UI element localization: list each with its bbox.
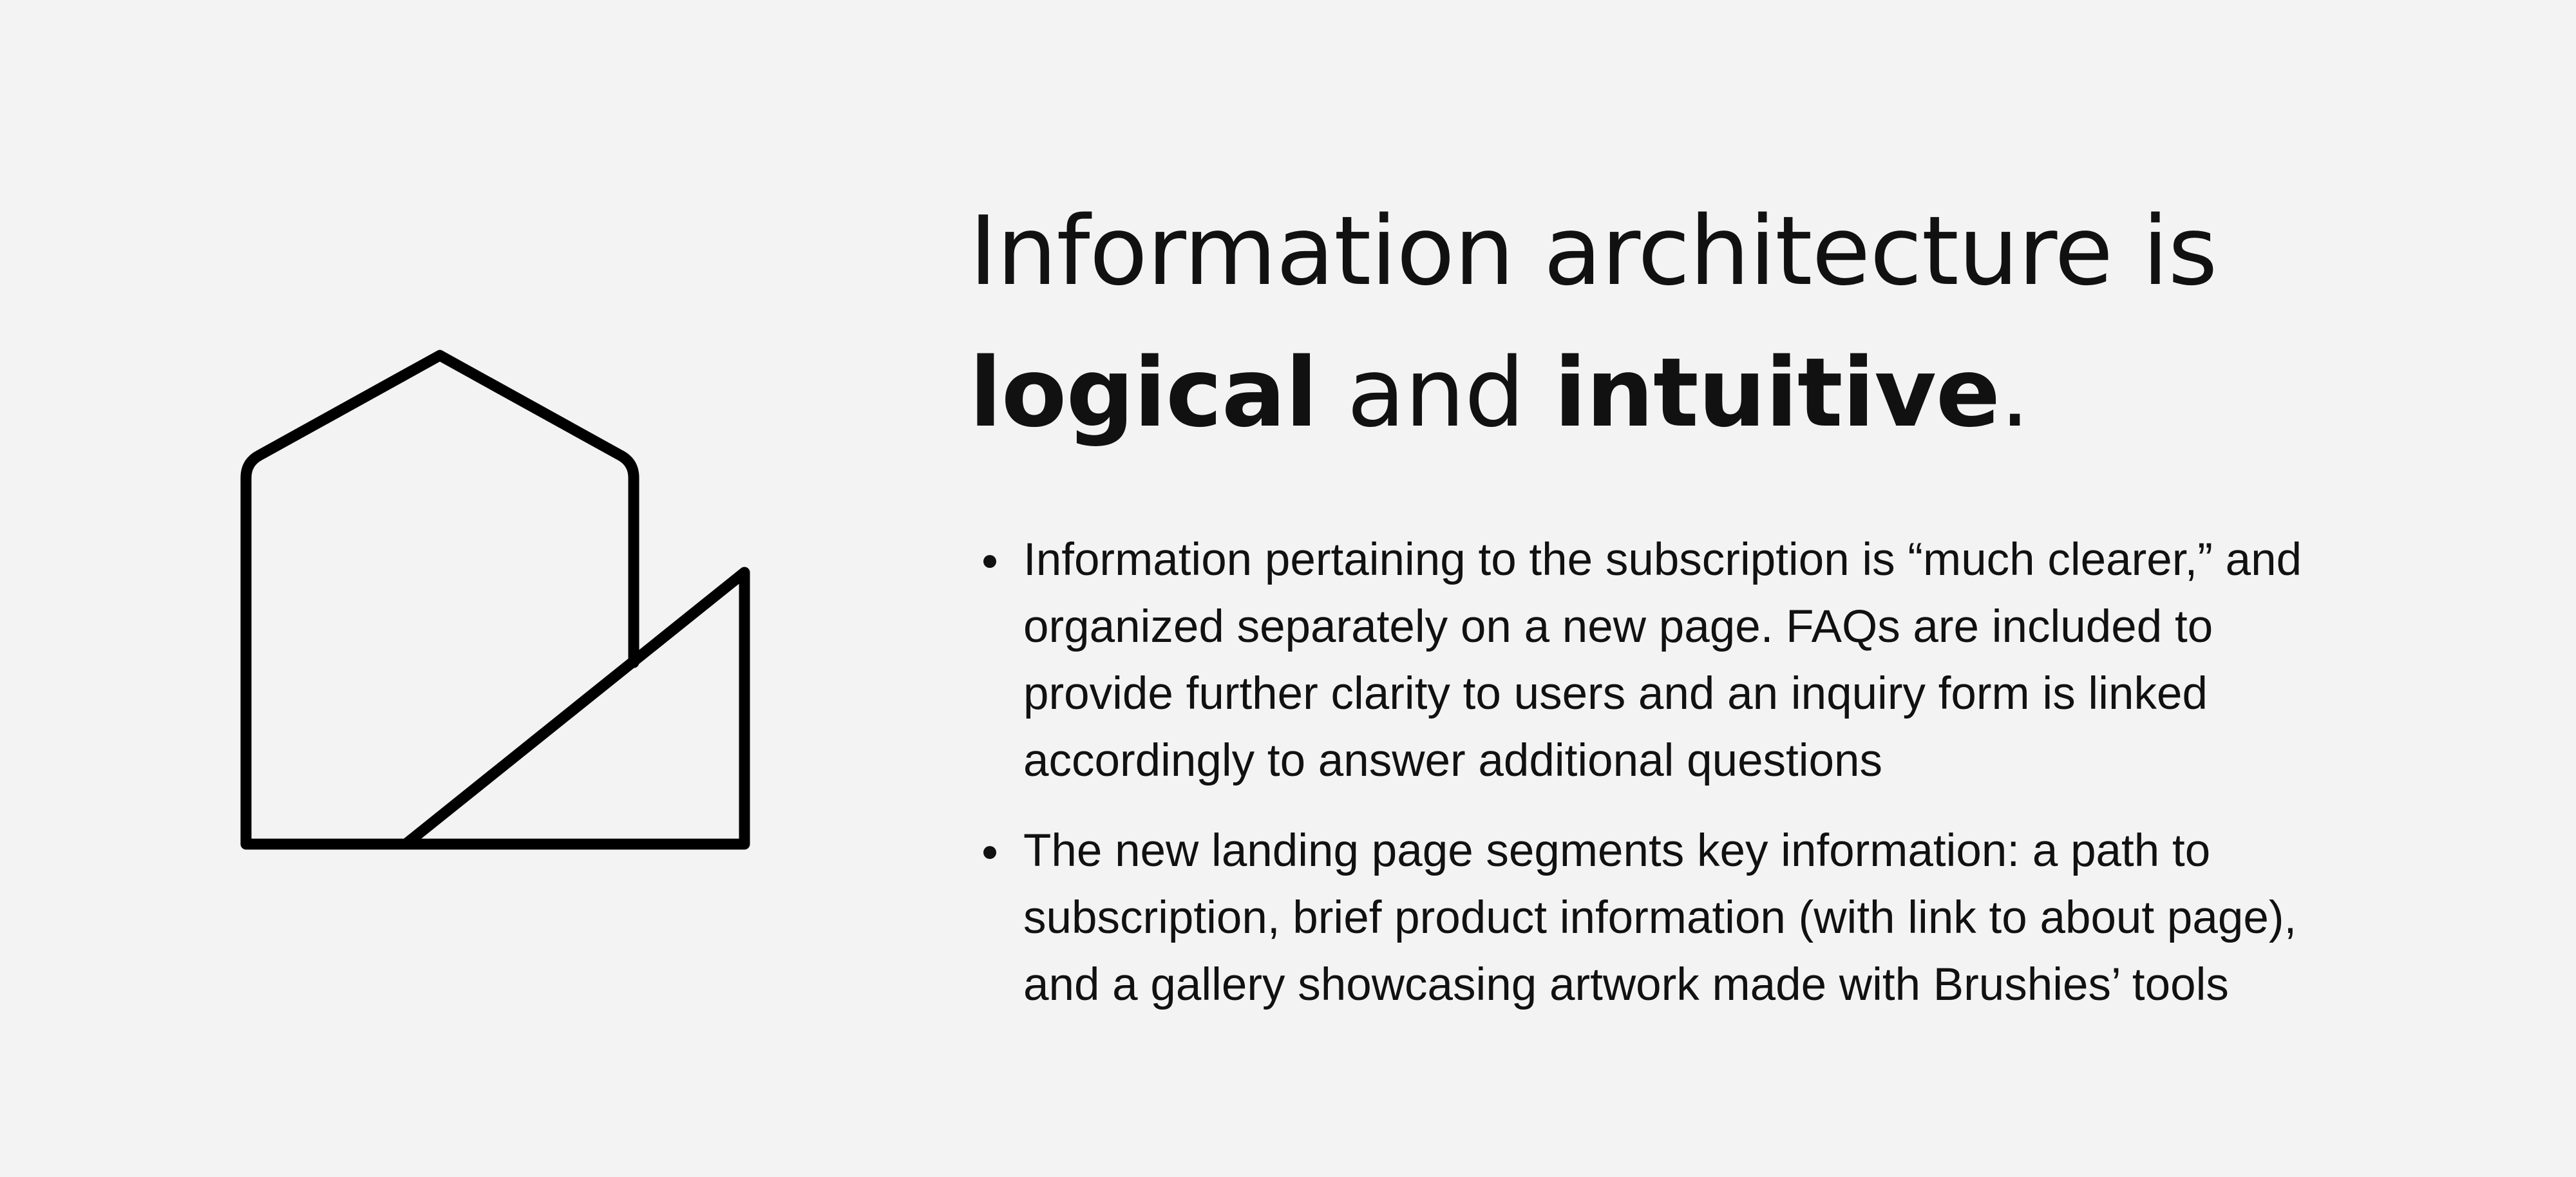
headline-connector: and	[1317, 337, 1554, 448]
bullet-item: The new landing page segments key inform…	[983, 818, 2344, 1019]
bullet-list: Information pertaining to the subscripti…	[969, 527, 2450, 1019]
headline-emphasis-intuitive: intuitive	[1553, 337, 2000, 448]
content-section: Information architecture is logical and …	[969, 180, 2450, 1042]
house-logo-icon	[240, 350, 750, 850]
headline-period: .	[2000, 337, 2030, 448]
headline: Information architecture is logical and …	[969, 180, 2450, 464]
headline-emphasis-logical: logical	[969, 337, 1318, 448]
headline-line-1: Information architecture is	[969, 196, 2218, 306]
bullet-item: Information pertaining to the subscripti…	[983, 527, 2344, 795]
